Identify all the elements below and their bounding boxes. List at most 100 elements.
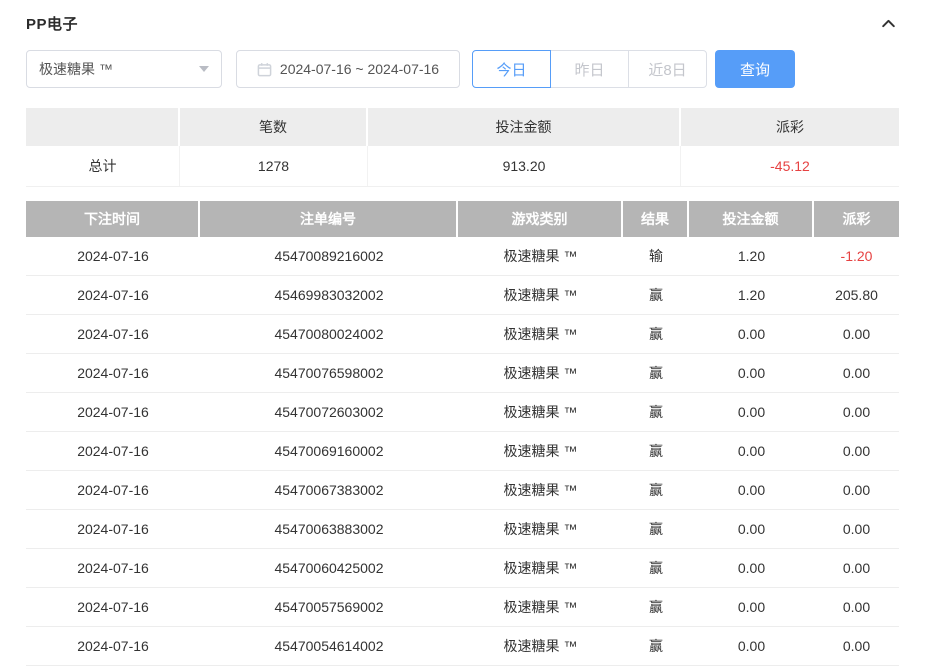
col-header-payout: 派彩 — [814, 201, 899, 237]
cell-payout: 0.00 — [814, 471, 899, 509]
cell-game-type: 极速糖果 ™ — [458, 276, 623, 314]
cell-result: 赢 — [623, 627, 689, 665]
cell-bet-amount: 1.20 — [689, 276, 814, 314]
cell-bet-amount: 0.00 — [689, 393, 814, 431]
cell-bet-time: 2024-07-16 — [26, 471, 200, 509]
col-header-game-type: 游戏类别 — [458, 201, 623, 237]
summary-payout-value: -45.12 — [681, 146, 899, 186]
cell-bet-time: 2024-07-16 — [26, 276, 200, 314]
chevron-up-icon — [880, 15, 897, 32]
caret-down-icon — [199, 66, 209, 72]
cell-game-type: 极速糖果 ™ — [458, 588, 623, 626]
cell-order-id: 45470089216002 — [200, 237, 458, 275]
cell-result: 赢 — [623, 510, 689, 548]
cell-order-id: 45470054614002 — [200, 627, 458, 665]
col-header-result: 结果 — [623, 201, 689, 237]
cell-payout: -1.20 — [814, 237, 899, 275]
table-row: 2024-07-16 45470067383002 极速糖果 ™ 赢 0.00 … — [26, 471, 899, 510]
table-row: 2024-07-16 45470060425002 极速糖果 ™ 赢 0.00 … — [26, 549, 899, 588]
cell-bet-time: 2024-07-16 — [26, 510, 200, 548]
calendar-icon — [257, 62, 272, 77]
quick-btn-last8days[interactable]: 近8日 — [628, 50, 707, 88]
cell-bet-time: 2024-07-16 — [26, 549, 200, 587]
summary-total-row: 总计 1278 913.20 -45.12 — [26, 146, 899, 186]
quick-btn-yesterday[interactable]: 昨日 — [550, 50, 629, 88]
cell-payout: 0.00 — [814, 393, 899, 431]
quick-range-group: 今日 昨日 近8日 — [472, 50, 707, 88]
cell-game-type: 极速糖果 ™ — [458, 510, 623, 548]
table-row: 2024-07-16 45470072603002 极速糖果 ™ 赢 0.00 … — [26, 393, 899, 432]
bet-table-body: 2024-07-16 45470089216002 极速糖果 ™ 输 1.20 … — [26, 237, 899, 666]
summary-header-row: 笔数 投注金额 派彩 — [26, 108, 899, 146]
summary-total-label: 总计 — [26, 146, 180, 186]
page-title: PP电子 — [26, 13, 78, 34]
cell-payout: 0.00 — [814, 549, 899, 587]
cell-payout: 0.00 — [814, 354, 899, 392]
cell-bet-amount: 0.00 — [689, 510, 814, 548]
cell-order-id: 45470060425002 — [200, 549, 458, 587]
table-row: 2024-07-16 45470069160002 极速糖果 ™ 赢 0.00 … — [26, 432, 899, 471]
summary-count-value: 1278 — [180, 146, 368, 186]
cell-game-type: 极速糖果 ™ — [458, 627, 623, 665]
cell-result: 赢 — [623, 588, 689, 626]
cell-result: 输 — [623, 237, 689, 275]
table-row: 2024-07-16 45470076598002 极速糖果 ™ 赢 0.00 … — [26, 354, 899, 393]
cell-result: 赢 — [623, 471, 689, 509]
panel-header: PP电子 — [26, 10, 899, 36]
quick-btn-today[interactable]: 今日 — [472, 50, 551, 88]
cell-payout: 0.00 — [814, 588, 899, 626]
col-header-order-id: 注单编号 — [200, 201, 458, 237]
cell-order-id: 45470063883002 — [200, 510, 458, 548]
cell-bet-amount: 0.00 — [689, 315, 814, 353]
cell-payout: 0.00 — [814, 627, 899, 665]
cell-payout: 0.00 — [814, 432, 899, 470]
table-row: 2024-07-16 45470054614002 极速糖果 ™ 赢 0.00 … — [26, 627, 899, 666]
cell-result: 赢 — [623, 432, 689, 470]
cell-bet-time: 2024-07-16 — [26, 432, 200, 470]
pp-games-panel: PP电子 极速糖果 ™ 2024-07-16 ~ 2024-07-16 今日 昨… — [0, 0, 925, 666]
cell-bet-amount: 0.00 — [689, 432, 814, 470]
summary-table: 笔数 投注金额 派彩 总计 1278 913.20 -45.12 — [26, 108, 899, 187]
table-row: 2024-07-16 45470057569002 极速糖果 ™ 赢 0.00 … — [26, 588, 899, 627]
filter-bar: 极速糖果 ™ 2024-07-16 ~ 2024-07-16 今日 昨日 近8日… — [26, 50, 899, 88]
search-button[interactable]: 查询 — [715, 50, 795, 88]
cell-order-id: 45470067383002 — [200, 471, 458, 509]
summary-header-payout: 派彩 — [681, 108, 899, 146]
cell-game-type: 极速糖果 ™ — [458, 549, 623, 587]
collapse-button[interactable] — [877, 12, 899, 34]
cell-payout: 0.00 — [814, 315, 899, 353]
col-header-bet-amount: 投注金额 — [689, 201, 814, 237]
cell-bet-time: 2024-07-16 — [26, 588, 200, 626]
summary-header-bet-amount: 投注金额 — [368, 108, 681, 146]
cell-result: 赢 — [623, 393, 689, 431]
table-row: 2024-07-16 45470080024002 极速糖果 ™ 赢 0.00 … — [26, 315, 899, 354]
cell-bet-time: 2024-07-16 — [26, 627, 200, 665]
cell-result: 赢 — [623, 276, 689, 314]
game-select[interactable]: 极速糖果 ™ — [26, 50, 222, 88]
cell-bet-amount: 0.00 — [689, 354, 814, 392]
cell-result: 赢 — [623, 549, 689, 587]
bet-records-table: 下注时间 注单编号 游戏类别 结果 投注金额 派彩 2024-07-16 454… — [26, 201, 899, 666]
cell-game-type: 极速糖果 ™ — [458, 237, 623, 275]
cell-game-type: 极速糖果 ™ — [458, 432, 623, 470]
cell-order-id: 45470072603002 — [200, 393, 458, 431]
cell-result: 赢 — [623, 315, 689, 353]
cell-bet-amount: 0.00 — [689, 627, 814, 665]
cell-bet-amount: 0.00 — [689, 471, 814, 509]
date-range-value: 2024-07-16 ~ 2024-07-16 — [280, 61, 439, 77]
date-range-picker[interactable]: 2024-07-16 ~ 2024-07-16 — [236, 50, 460, 88]
cell-game-type: 极速糖果 ™ — [458, 393, 623, 431]
cell-bet-amount: 1.20 — [689, 237, 814, 275]
cell-bet-time: 2024-07-16 — [26, 315, 200, 353]
cell-order-id: 45470057569002 — [200, 588, 458, 626]
cell-bet-time: 2024-07-16 — [26, 237, 200, 275]
cell-result: 赢 — [623, 354, 689, 392]
cell-bet-amount: 0.00 — [689, 549, 814, 587]
table-row: 2024-07-16 45470063883002 极速糖果 ™ 赢 0.00 … — [26, 510, 899, 549]
col-header-bet-time: 下注时间 — [26, 201, 200, 237]
table-row: 2024-07-16 45470089216002 极速糖果 ™ 输 1.20 … — [26, 237, 899, 276]
cell-game-type: 极速糖果 ™ — [458, 471, 623, 509]
cell-order-id: 45470080024002 — [200, 315, 458, 353]
cell-order-id: 45469983032002 — [200, 276, 458, 314]
cell-game-type: 极速糖果 ™ — [458, 315, 623, 353]
